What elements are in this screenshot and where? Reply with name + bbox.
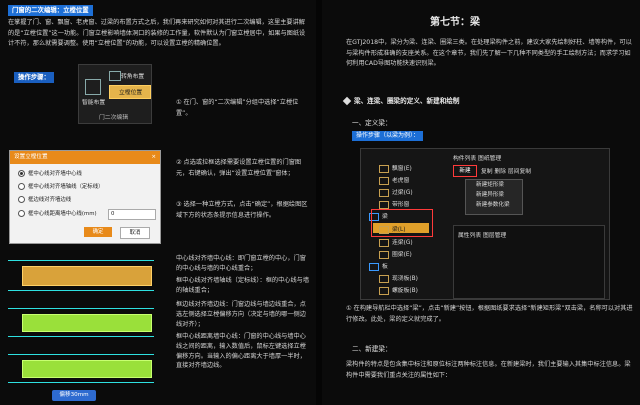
option-edge-to-edge[interactable]: 框边线对齐墙边线 [18, 195, 71, 203]
right-step1: ① 在构建导航栏中选择“梁”，点击“新建”按钮，根据图纸要求选择“新建矩形梁”双… [346, 305, 633, 323]
window-frame-band [22, 266, 152, 286]
window-frame-band [22, 360, 152, 378]
tree-item[interactable]: 螺旋板(B) [379, 285, 418, 295]
left-step2: ② 点选或拉框选择需要设置立樘位置的门窗图元，右键确认，弹出“设置立樘位置”窗体… [176, 159, 302, 177]
wall-line [8, 260, 154, 261]
left-heading-tag: 门窗的二次编辑：立樘位置 [8, 5, 93, 16]
tree-label: 圈梁(E) [392, 252, 412, 258]
menu-item-new-rect-beam[interactable]: 新建矩形梁 [466, 180, 522, 190]
option-label: 框中心线对齐墙中心线 [28, 171, 82, 177]
dialog-title: 设置立樘位置 × [10, 151, 160, 164]
wall-diagram-center [8, 258, 154, 294]
ok-button[interactable]: 确定 [84, 227, 112, 237]
radio-icon[interactable] [18, 196, 25, 203]
lintel-icon [379, 188, 389, 197]
option-center-to-axis[interactable]: 框中心线对齐墙轴线（定标线） [18, 182, 103, 190]
option-center-to-center[interactable]: 框中心线对齐墙中心线 [18, 169, 82, 177]
menu-item-new-special-beam[interactable]: 新建异形梁 [466, 190, 522, 200]
left-intro: 在掌握了门、窗、飘窗、老虎窗、过梁的布置方式之后，我们再来研究如何对其进行二次编… [8, 19, 306, 47]
tree-label: 螺旋板(B) [392, 288, 418, 294]
radio-icon[interactable] [18, 210, 25, 217]
ribbon-group: 转角布置 立樘位置 智能布置 门二次编辑 [78, 64, 152, 124]
ribbon-item-turn-place[interactable]: 转角布置 [121, 71, 144, 80]
close-icon[interactable]: × [151, 151, 156, 164]
ribbon-item-smart-place[interactable]: 智能布置 [82, 97, 105, 106]
new-button[interactable]: 新建 [453, 165, 477, 177]
ring-beam-icon [379, 250, 389, 259]
option-center-offset[interactable]: 框中心线距离墙中心线(mm) [18, 209, 97, 217]
option-label: 框中心线距离墙中心线(mm) [28, 211, 97, 217]
tree-label: 板 [382, 264, 388, 270]
panel-toolbar[interactable]: 复制 删除 层间复制 [481, 166, 531, 175]
wall-line [8, 354, 154, 355]
right-p2: 梁构件的特点是包含集中标注和原位标注两种标注信息。在新建梁时，我们主要输入其集中… [346, 361, 631, 379]
coupling-beam-icon [379, 238, 389, 247]
spiral-slab-icon [379, 286, 389, 295]
tree-item[interactable]: 带形窗 [379, 199, 409, 209]
section-heading-text: 梁、连梁、圈梁的定义、新建和绘制 [354, 97, 460, 105]
wall-diagram-offset: 偏移30mm [8, 352, 154, 404]
smart-place-icon [85, 79, 101, 95]
wall-diagram-axis [8, 306, 154, 342]
diamond-icon [342, 96, 352, 106]
properties-tabs[interactable]: 属性列表 图层管理 [458, 230, 506, 239]
tree-label: 过梁(G) [392, 190, 413, 196]
turn-place-icon [109, 71, 121, 81]
component-panel: 飘窗(E) 老虎窗 过梁(G) 带形窗 梁 梁(L) 连梁(G) 圈梁(E) 板… [360, 148, 610, 300]
bay-window-icon [379, 164, 389, 173]
tree-label: 现浇板(B) [392, 276, 418, 282]
properties-panel: 属性列表 图层管理 [453, 225, 605, 299]
option-label: 框边线对齐墙边线 [28, 197, 72, 203]
wall-line [8, 308, 154, 309]
panel-tabs[interactable]: 构件列表 图纸管理 [453, 153, 501, 162]
tree-label: 老虎窗 [392, 178, 410, 184]
right-steps-tag: 操作步骤（以梁为例）： [352, 131, 424, 141]
strip-window-icon [379, 200, 389, 209]
wall-line [8, 336, 154, 337]
sub-heading-2: 二、新建梁： [352, 345, 392, 353]
right-page: 第七节：梁 在GTJ2018中，梁分为梁、连梁、圈梁三类。在处理梁构件之前，建议… [322, 0, 640, 405]
radio-icon[interactable] [18, 183, 25, 190]
tree-item[interactable]: 老虎窗 [379, 175, 409, 185]
option-label: 框中心线对齐墙轴线（定标线） [28, 184, 104, 190]
ribbon-item-frame-position[interactable]: 立樘位置 [119, 87, 142, 96]
tree-item[interactable]: 飘窗(E) [379, 163, 412, 173]
wall-line [8, 382, 154, 383]
left-p4: 框中心线距离墙中心线：门窗的中心线与墙中心线之间的距离，输入数值后，鼠标左键选择… [176, 333, 306, 370]
offset-input[interactable]: 0 [108, 209, 156, 220]
left-page: 门窗的二次编辑：立樘位置 在掌握了门、窗、飘窗、老虎窗、过梁的布置方式之后，我们… [0, 0, 316, 405]
set-frame-position-dialog: 设置立樘位置 × 框中心线对齐墙中心线 框中心线对齐墙轴线（定标线） 框边线对齐… [9, 150, 161, 244]
tree-group-slab[interactable]: 板 [369, 261, 388, 271]
ribbon-group-label: 门二次编辑 [99, 115, 128, 121]
tree-item[interactable]: 连梁(G) [379, 237, 413, 247]
cast-slab-icon [379, 274, 389, 283]
offset-bubble: 偏移30mm [52, 390, 96, 401]
chapter-title: 第七节：梁 [430, 17, 480, 28]
left-step3: ③ 选择一种立樘方式，点击“确定”，根据绘图区域下方的状态条提示信息进行操作。 [176, 201, 308, 219]
left-p1: 中心线对齐墙中心线：即门窗立樘的中心，门窗的中心线与墙的中心线重合； [176, 255, 306, 272]
cancel-button[interactable]: 取消 [120, 227, 150, 239]
sub-heading-1: 一、定义梁： [352, 119, 392, 127]
slab-group-icon [369, 262, 379, 271]
tree-label: 飘窗(E) [392, 166, 412, 172]
left-steps-tag: 操作步骤： [14, 72, 54, 83]
left-p3: 框边线对齐墙边线：门窗边线与墙边线重合，点选左侧选择立樘偏移方向（决定与墙的哪一… [176, 301, 306, 328]
menu-item-new-param-beam[interactable]: 新建参数化梁 [466, 200, 522, 210]
left-step1: ① 在门、窗的“二次编辑”分组中选择“立樘位置”。 [176, 99, 299, 117]
left-p2: 框中心线对齐墙轴线（定标线）：框的中心线与墙的轴线重合； [176, 277, 310, 294]
radio-icon[interactable] [18, 170, 25, 177]
section-heading: 梁、连梁、圈梁的定义、新建和绘制 [342, 96, 460, 106]
right-intro: 在GTJ2018中，梁分为梁、连梁、圈梁三类。在处理梁构件之前，建议大家先绘制好… [346, 39, 632, 67]
window-frame-band [22, 314, 152, 332]
tree-label: 连梁(G) [392, 240, 413, 246]
new-menu: 新建矩形梁 新建异形梁 新建参数化梁 [465, 179, 523, 215]
highlight-box [371, 209, 433, 237]
tree-label: 带形窗 [392, 202, 410, 208]
tree-item[interactable]: 圈梁(E) [379, 249, 412, 259]
tree-item[interactable]: 过梁(G) [379, 187, 413, 197]
wall-line [8, 290, 154, 291]
dormer-icon [379, 176, 389, 185]
dialog-title-text: 设置立樘位置 [14, 154, 48, 160]
tree-item[interactable]: 现浇板(B) [379, 273, 418, 283]
